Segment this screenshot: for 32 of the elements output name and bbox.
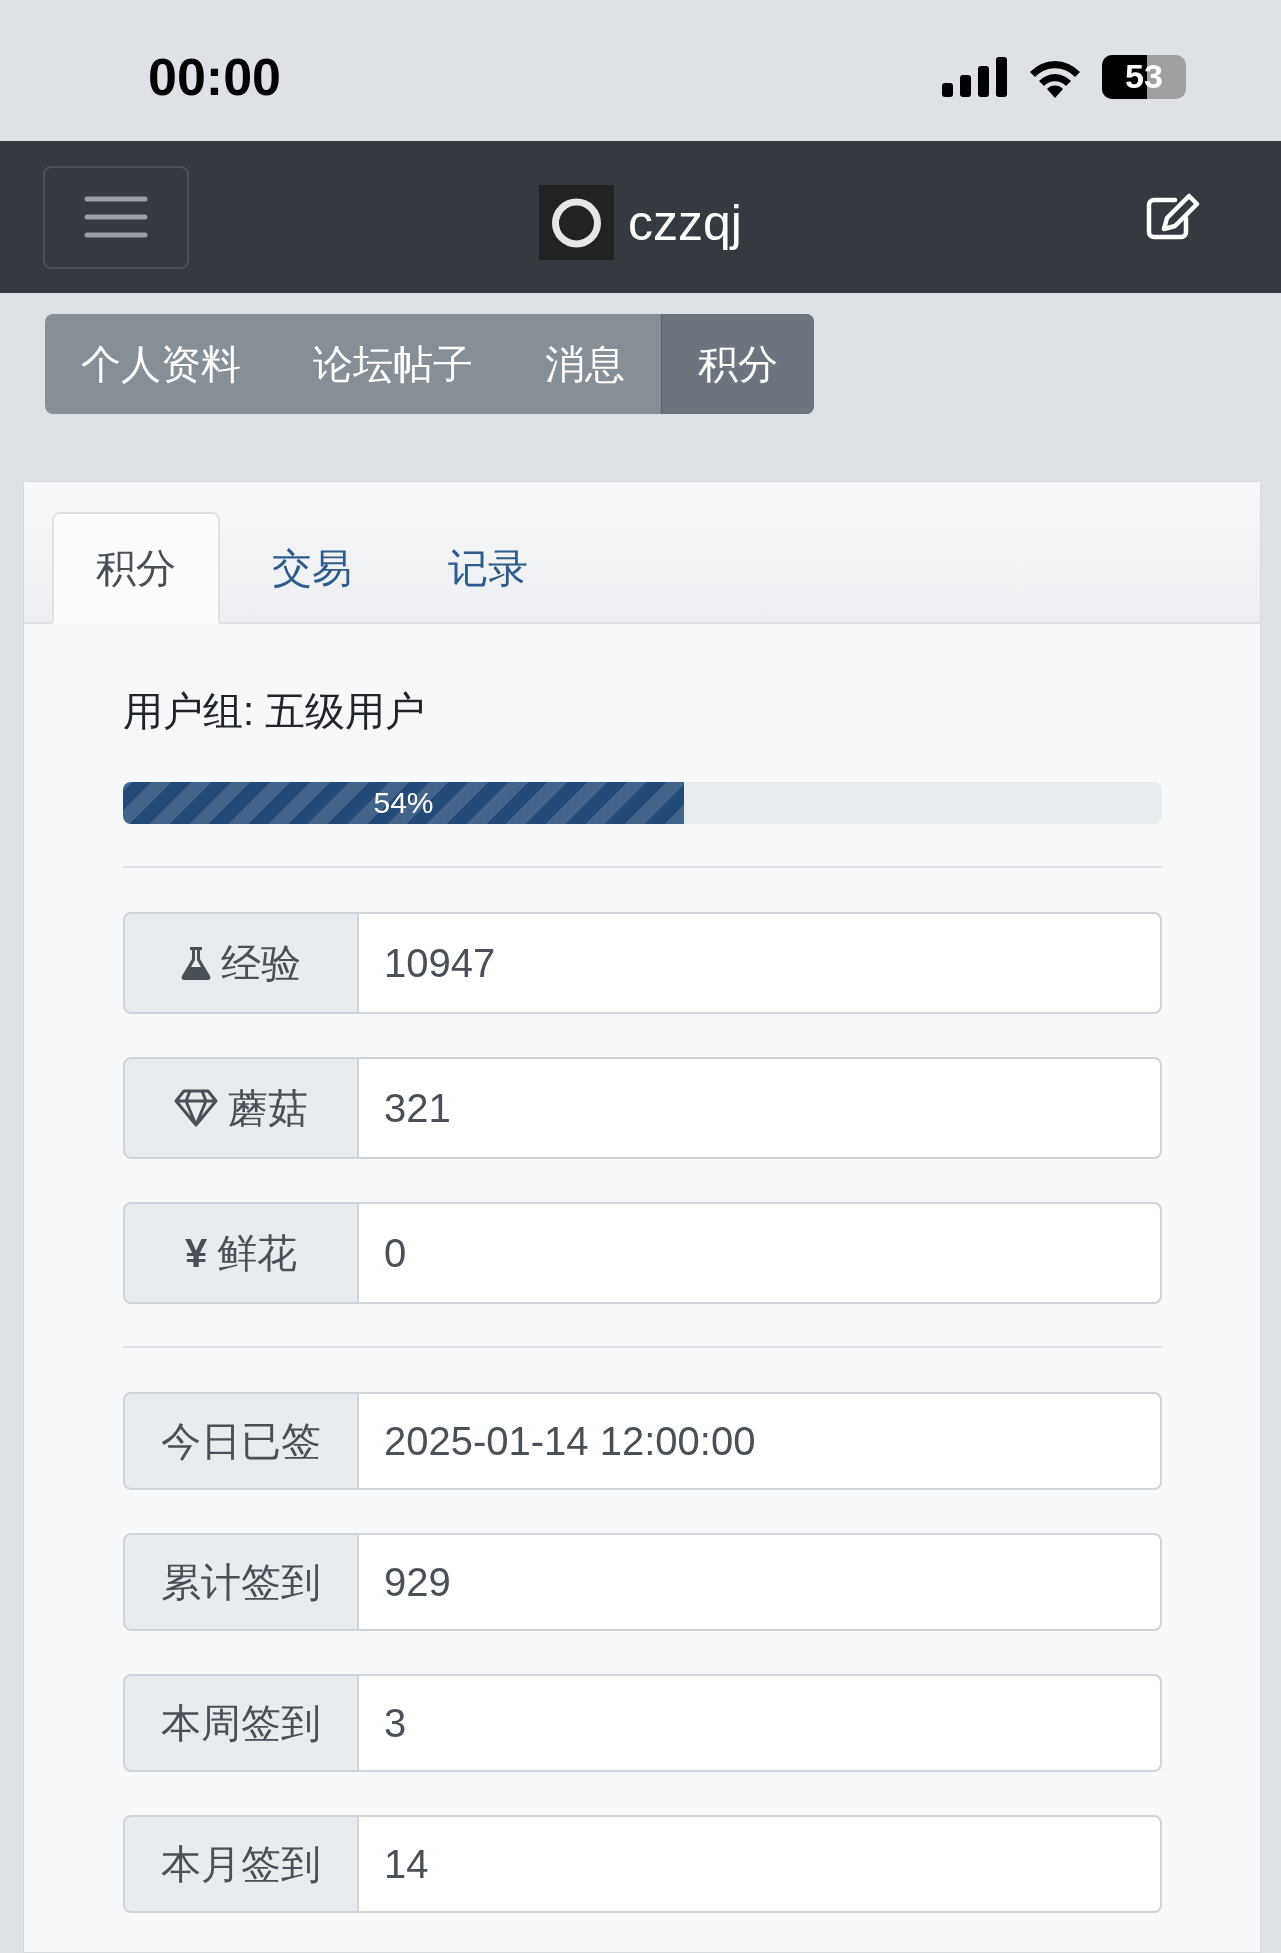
value-field: 321: [359, 1057, 1162, 1159]
gem-icon: [174, 1089, 218, 1127]
site-title[interactable]: czzqj: [628, 193, 742, 252]
nav-tab[interactable]: 论坛帖子: [277, 314, 509, 414]
edit-icon[interactable]: [1145, 193, 1201, 241]
value-field: 14: [359, 1815, 1162, 1913]
field-label: 本月签到: [123, 1815, 359, 1913]
value-field: 2025-01-14 12:00:00: [359, 1392, 1162, 1490]
label-text: 鲜花: [217, 1229, 298, 1277]
card-tab[interactable]: 积分: [52, 512, 220, 624]
status-time: 00:00: [148, 46, 281, 107]
value-field: 0: [359, 1202, 1162, 1304]
menu-icon: [84, 195, 148, 239]
field-label: 本周签到: [123, 1674, 359, 1772]
label-text: 蘑菇: [228, 1084, 308, 1132]
nav-tab[interactable]: 个人资料: [45, 314, 277, 414]
value-field: 10947: [359, 912, 1162, 1014]
yen-icon: ¥: [184, 1230, 208, 1276]
signal-icon: [942, 56, 1008, 97]
card-tab[interactable]: 记录: [404, 512, 572, 624]
field-label: 累计签到: [123, 1533, 359, 1631]
label-text: 经验: [221, 939, 301, 987]
user-group-text: 用户组: 五级用户: [123, 688, 427, 735]
nav-tab[interactable]: 消息: [509, 314, 661, 414]
value-field: 3: [359, 1674, 1162, 1772]
nav-tab[interactable]: 积分: [661, 314, 814, 414]
value-field: 929: [359, 1533, 1162, 1631]
flask-icon: [181, 946, 211, 980]
card-tab[interactable]: 交易: [228, 512, 396, 624]
menu-button[interactable]: [43, 165, 189, 269]
field-label: 今日已签: [123, 1392, 359, 1490]
progress-fill: 54%: [123, 782, 685, 824]
